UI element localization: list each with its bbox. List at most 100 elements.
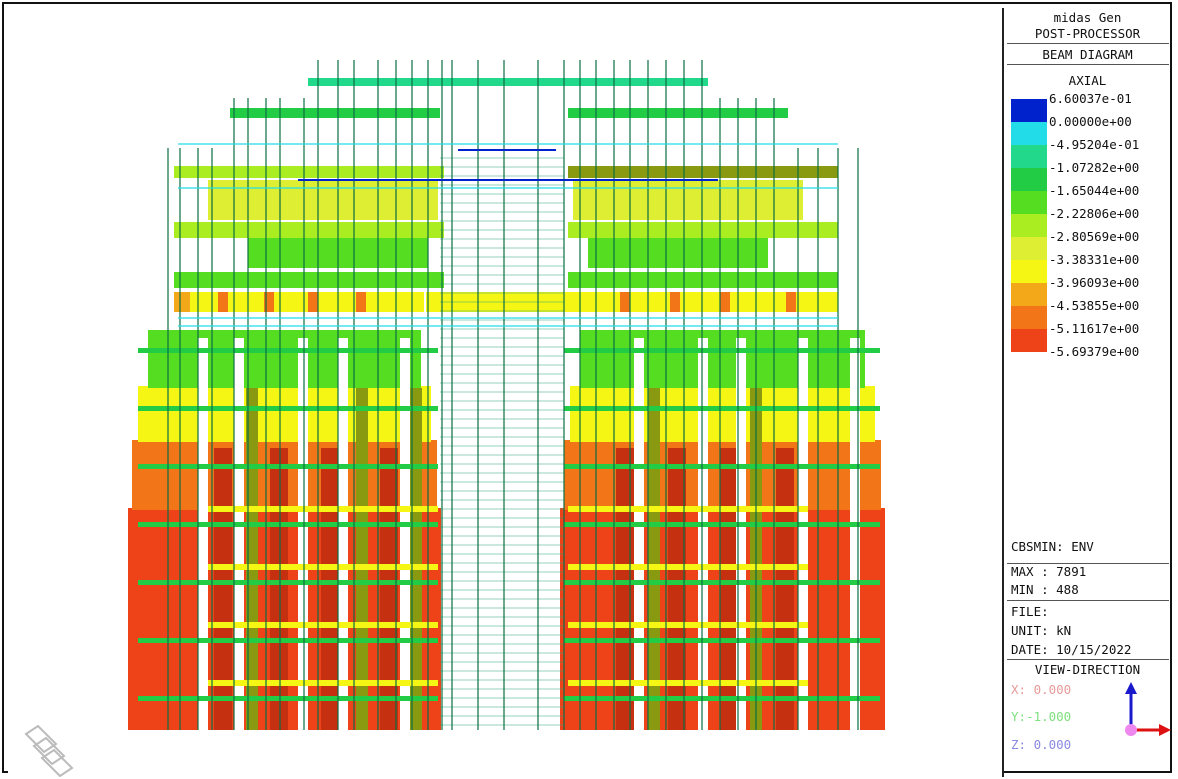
legend-value: -5.69379e+00	[1049, 344, 1140, 359]
legend-swatch	[1011, 306, 1047, 329]
column-band	[776, 448, 794, 730]
legend-swatch	[1011, 283, 1047, 306]
platform-band	[720, 292, 730, 312]
window-frame: midas Gen POST-PROCESSOR BEAM DIAGRAM AX…	[2, 2, 1173, 777]
tier-band	[573, 180, 803, 220]
legend-value: -4.95204e-01	[1049, 137, 1140, 152]
upper-column-band	[570, 386, 875, 442]
floor-beam	[138, 580, 438, 585]
column-band	[321, 448, 339, 730]
floor-beam	[208, 680, 438, 686]
legend-value: -1.65044e+00	[1049, 183, 1140, 198]
column-band	[356, 388, 368, 730]
tier-band	[568, 108, 788, 118]
floor-beam	[138, 638, 438, 643]
legend-value: -4.53855e+00	[1049, 298, 1140, 313]
separator	[1007, 64, 1169, 65]
floor-beam	[208, 564, 438, 570]
component-name: AXIAL	[1068, 73, 1107, 88]
platform-band	[218, 292, 228, 312]
top-column-band	[148, 330, 421, 388]
column-band	[380, 448, 398, 730]
top-column-band	[580, 330, 865, 388]
floor-beam	[138, 464, 438, 469]
max-element: MAX : 7891	[1011, 564, 1087, 579]
date-label: DATE: 10/15/2022	[1011, 642, 1132, 657]
platform-band	[786, 292, 796, 312]
platform-band	[356, 292, 366, 312]
module-name: POST-PROCESSOR	[1034, 26, 1141, 41]
separator	[1007, 659, 1169, 660]
platform-band	[308, 292, 318, 312]
gap	[338, 338, 348, 730]
panel-divider	[1002, 8, 1004, 777]
floor-beam	[568, 564, 808, 570]
legend-value: -2.80569e+00	[1049, 229, 1140, 244]
gap	[798, 338, 808, 730]
legend-swatch	[1011, 191, 1047, 214]
axis-triad-icon	[1117, 682, 1173, 749]
legend-swatch	[1011, 237, 1047, 260]
legend-value: 0.00000e+00	[1049, 114, 1132, 129]
view-direction-title: VIEW-DIRECTION	[1034, 662, 1141, 677]
legend-swatch	[1011, 329, 1047, 352]
tier-band	[588, 238, 768, 268]
column-band	[648, 388, 660, 730]
floor-beam	[568, 506, 808, 512]
separator	[1007, 600, 1169, 601]
floor-beam	[138, 406, 438, 411]
floor-beam	[208, 622, 438, 628]
tier-band	[174, 166, 444, 178]
legend-value: -3.96093e+00	[1049, 275, 1140, 290]
unit-label: UNIT: kN	[1011, 623, 1072, 638]
column-band	[668, 448, 686, 730]
beam-diagram-canvas[interactable]	[8, 8, 1002, 777]
diagram-type: BEAM DIAGRAM	[1042, 47, 1133, 62]
column-band	[270, 448, 288, 730]
column-band	[616, 448, 634, 730]
column-band	[214, 448, 232, 730]
tier-band	[174, 222, 444, 238]
floor-beam	[564, 580, 880, 585]
program-name: midas Gen	[1053, 10, 1122, 25]
gap	[198, 338, 208, 730]
legend-value: -1.07282e+00	[1049, 160, 1140, 175]
floor-beam	[564, 638, 880, 643]
floor-beam	[138, 696, 438, 701]
legend-value: -2.22806e+00	[1049, 206, 1140, 221]
platform-band	[174, 292, 190, 312]
floor-beam	[564, 522, 880, 527]
separator	[1007, 43, 1169, 44]
tier-band	[208, 180, 438, 220]
legend-swatch	[1011, 260, 1047, 283]
gap	[298, 338, 308, 730]
model-viewport[interactable]	[8, 8, 1002, 777]
floor-beam	[138, 522, 438, 527]
legend-swatch	[1011, 214, 1047, 237]
tier-band	[230, 108, 440, 118]
floor-beam	[568, 622, 808, 628]
floor-beam	[208, 506, 438, 512]
legend-value: 6.60037e-01	[1049, 91, 1132, 106]
legend-value: -3.38331e+00	[1049, 252, 1140, 267]
min-element: MIN : 488	[1011, 582, 1079, 597]
gap	[634, 338, 644, 730]
floor-beam	[564, 348, 880, 353]
tier-band	[174, 272, 444, 288]
legend-value: -5.11617e+00	[1049, 321, 1140, 336]
gap	[400, 338, 410, 730]
floor-beam	[564, 406, 880, 411]
layer-stack-icon	[22, 724, 82, 777]
floor-beam	[138, 348, 438, 353]
legend-swatch	[1011, 122, 1047, 145]
platform-band	[670, 292, 680, 312]
column-band	[720, 448, 738, 730]
view-direction-y: Y:-1.000	[1011, 709, 1072, 724]
legend-swatch	[1011, 168, 1047, 191]
upper-column-band	[138, 386, 431, 442]
legend-swatch	[1011, 145, 1047, 168]
floor-beam	[564, 696, 880, 701]
floor-beam	[564, 464, 880, 469]
platform-band	[620, 292, 630, 312]
legend-swatch	[1011, 99, 1047, 122]
